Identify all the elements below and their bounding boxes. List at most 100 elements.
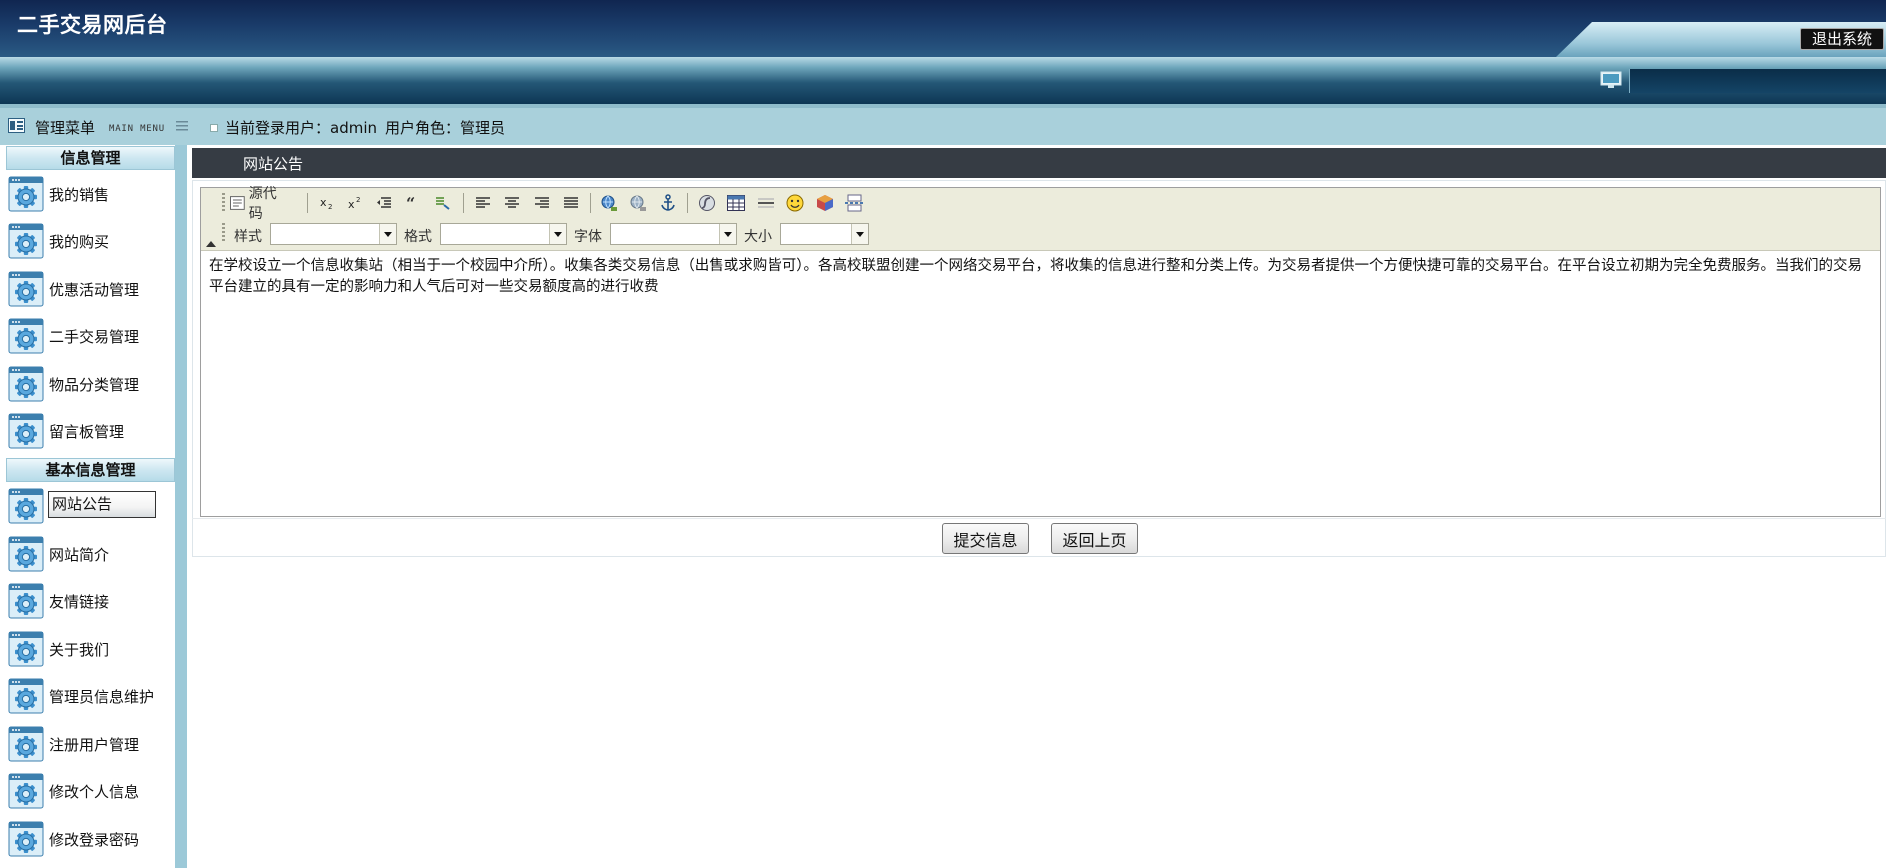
gear-icon: [8, 488, 44, 524]
gear-icon: [8, 366, 44, 402]
source-button[interactable]: 源代码: [230, 186, 290, 222]
gear-icon: [8, 773, 44, 809]
gear-icon: [8, 821, 44, 857]
menu-bar: 管理菜单 MAIN MENU 当前登录用户：admin 用户角色：管理员: [0, 108, 1886, 145]
align-right-icon[interactable]: [530, 191, 554, 215]
sidebar-item-label: 我的销售: [49, 186, 110, 204]
toolbar-separator: [463, 193, 464, 213]
size-select[interactable]: [780, 223, 869, 245]
svg-text:x: x: [320, 196, 327, 209]
unlink-icon[interactable]: [626, 191, 650, 215]
sidebar-item-my-purchases[interactable]: 我的购买: [8, 222, 173, 260]
editor-content[interactable]: 在学校设立一个信息收集站（相当于一个校园中介所）。收集各类交易信息（出售或求购皆…: [209, 256, 1869, 298]
rich-text-editor[interactable]: 源代码 x2 x2 “ 样式 格式 字体 大小 在学校设立一个信息收集站（相当于…: [200, 186, 1881, 517]
horizontal-rule-icon[interactable]: [754, 191, 778, 215]
sidebar-item-label: 物品分类管理: [49, 376, 140, 394]
gear-icon: [8, 726, 44, 762]
gear-icon: [8, 536, 44, 572]
menu-subtitle: MAIN MENU: [109, 124, 165, 134]
page-break-icon[interactable]: [842, 191, 866, 215]
sidebar-item-label: 友情链接: [49, 593, 110, 611]
logout-button[interactable]: 退出系统: [1800, 28, 1884, 50]
outdent-icon[interactable]: [372, 191, 396, 215]
align-left-icon[interactable]: [471, 191, 495, 215]
gear-icon: [8, 318, 44, 354]
menu-list-icon: [8, 118, 25, 133]
gear-icon: [8, 223, 44, 259]
align-center-icon[interactable]: [500, 191, 524, 215]
sidebar-item-my-sales[interactable]: 我的销售: [8, 175, 173, 213]
sidebar-item-registered-users[interactable]: 注册用户管理: [8, 725, 173, 763]
sidebar-item-admin-info[interactable]: 管理员信息维护: [8, 677, 173, 715]
sidebar-item-about-us[interactable]: 关于我们: [8, 630, 173, 668]
svg-text:2: 2: [328, 203, 332, 210]
sidebar-item-change-password[interactable]: 修改登录密码: [8, 820, 173, 858]
sidebar-item-trades[interactable]: 二手交易管理: [8, 317, 173, 355]
blockquote-icon[interactable]: “: [402, 191, 426, 215]
sidebar-group-title[interactable]: 基本信息管理: [6, 458, 175, 482]
subscript-icon[interactable]: x2: [315, 191, 339, 215]
back-button[interactable]: 返回上页: [1051, 523, 1138, 554]
format-select[interactable]: [440, 223, 567, 245]
sidebar-item-site-intro[interactable]: 网站简介: [8, 535, 173, 573]
svg-text:2: 2: [356, 196, 360, 204]
font-select[interactable]: [610, 223, 737, 245]
gear-icon: [8, 413, 44, 449]
svg-text:x: x: [348, 198, 355, 210]
sidebar-item-edit-profile[interactable]: 修改个人信息: [8, 772, 173, 810]
superscript-icon[interactable]: x2: [343, 191, 367, 215]
size-label: 大小: [744, 229, 772, 245]
align-justify-icon[interactable]: [559, 191, 583, 215]
toolbar-grip[interactable]: [222, 223, 225, 243]
sidebar-item-label: 注册用户管理: [49, 736, 140, 754]
header-strip: [0, 57, 1886, 104]
sidebar-item-label: 二手交易管理: [49, 328, 140, 346]
current-user-label: 当前登录用户：admin: [225, 119, 378, 137]
sidebar-item-guestbook[interactable]: 留言板管理: [8, 412, 173, 450]
gear-icon: [8, 678, 44, 714]
style-label: 样式: [234, 229, 262, 245]
user-bullet-icon: [210, 124, 218, 132]
collapse-toolbar-icon[interactable]: [206, 241, 216, 247]
sidebar-item-label: 网站公告: [48, 491, 156, 518]
sidebar-item-announcement[interactable]: 网站公告: [8, 487, 173, 525]
source-label: 源代码: [248, 186, 277, 222]
svg-text:“: “: [406, 196, 415, 210]
toolbar-grip[interactable]: [222, 193, 225, 213]
font-label: 字体: [574, 229, 602, 245]
system-title: 二手交易网后台: [17, 13, 168, 37]
sidebar-group-title[interactable]: 信息管理: [6, 146, 175, 170]
sidebar-splitter[interactable]: [175, 145, 187, 868]
sidebar-item-friend-links[interactable]: 友情链接: [8, 582, 173, 620]
div-container-icon[interactable]: [431, 191, 455, 215]
flash-icon[interactable]: [695, 191, 719, 215]
style-select[interactable]: [270, 223, 397, 245]
content-title: 网站公告: [243, 155, 304, 173]
link-icon[interactable]: [597, 191, 621, 215]
submit-button[interactable]: 提交信息: [942, 523, 1029, 554]
sidebar-item-label: 管理员信息维护: [49, 688, 155, 706]
monitor-icon: [1600, 71, 1622, 88]
special-char-icon[interactable]: [813, 191, 837, 215]
sidebar-item-label: 留言板管理: [49, 423, 125, 441]
anchor-icon[interactable]: [656, 191, 680, 215]
gear-icon: [8, 583, 44, 619]
editor-toolbar: 源代码 x2 x2 “ 样式 格式 字体 大小: [201, 186, 1880, 251]
toolbar-separator: [590, 193, 591, 213]
user-role-label: 用户角色：管理员: [385, 119, 506, 137]
sidebar: 信息管理 我的销售 我的购买 优惠活动管理 二手交易管理 物品分类管理 留言板管…: [0, 145, 175, 868]
sidebar-item-categories[interactable]: 物品分类管理: [8, 365, 173, 403]
toolbar-separator: [307, 193, 308, 213]
smiley-icon[interactable]: [783, 191, 807, 215]
sidebar-item-promotions[interactable]: 优惠活动管理: [8, 270, 173, 308]
gear-icon: [8, 631, 44, 667]
header-status-field: [1629, 69, 1886, 93]
chevron-down-icon: [719, 224, 736, 244]
chevron-down-icon: [379, 224, 396, 244]
current-user-info: 当前登录用户：admin 用户角色：管理员: [225, 117, 513, 138]
source-icon: [230, 196, 245, 210]
menu-toggle-icon[interactable]: [176, 120, 188, 132]
sidebar-item-label: 我的购买: [49, 233, 110, 251]
table-icon[interactable]: [724, 191, 748, 215]
content-title-bar: 网站公告: [192, 148, 1886, 178]
